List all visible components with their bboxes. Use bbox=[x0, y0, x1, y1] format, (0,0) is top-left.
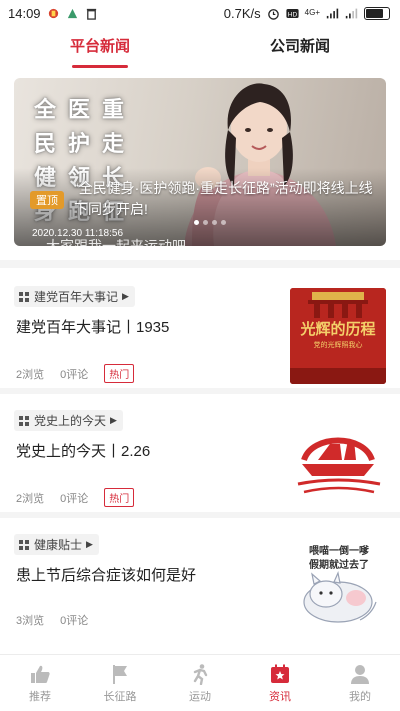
news-meta: 2浏览 0评论 热门 bbox=[16, 488, 135, 507]
comment-count: 0评论 bbox=[60, 492, 89, 505]
comment-count: 0评论 bbox=[60, 615, 89, 627]
cat-illustration-icon bbox=[303, 571, 377, 623]
nav-sports[interactable]: 运动 bbox=[160, 655, 240, 711]
nav-label: 运动 bbox=[189, 690, 211, 703]
view-count: 3浏览 bbox=[16, 615, 45, 627]
trash-icon bbox=[86, 8, 96, 20]
red-boat-icon bbox=[297, 437, 381, 494]
category-label: 党史上的今天 bbox=[34, 414, 107, 428]
hd-icon: HD bbox=[286, 8, 299, 18]
tab-label: 平台新闻 bbox=[69, 38, 130, 55]
thumbnail-subtitle: 党的光辉照我心 bbox=[313, 342, 363, 349]
news-thumbnail: 喂喵一倒一嗲 假期就过去了 bbox=[290, 536, 386, 632]
news-item[interactable]: 党史上的今天 ▶ 党史上的今天丨2.26 2浏览 0评论 热门 bbox=[0, 402, 400, 518]
news-title: 党史上的今天丨2.26 bbox=[16, 443, 151, 460]
news-meta: 3浏览 0评论 bbox=[16, 612, 88, 628]
nav-long-march[interactable]: 长征路 bbox=[80, 655, 160, 711]
featured-banner[interactable]: 全 医 重 民 护 走 健 领 长 身 跑 征 置顶 “全民健身·医护领跑·重走… bbox=[14, 78, 386, 246]
news-item[interactable]: 健康贴士 ▶ 患上节后综合症该如何是好 3浏览 0评论 喂喵一倒一嗲 假期就过去… bbox=[0, 526, 400, 636]
news-title: 建党百年大事记丨1935 bbox=[16, 319, 170, 336]
alarm-icon bbox=[267, 8, 279, 20]
slogan-char: 医 bbox=[67, 97, 90, 123]
category-label: 建党百年大事记 bbox=[34, 290, 119, 304]
tab-platform-news[interactable]: 平台新闻 bbox=[0, 28, 200, 70]
carousel-dots bbox=[194, 220, 226, 225]
battery-icon bbox=[364, 6, 390, 20]
news-thumbnail: 光辉的历程 党的光辉照我心 bbox=[290, 288, 386, 384]
slogan-char: 重 bbox=[101, 97, 124, 123]
carousel-dot[interactable] bbox=[212, 220, 217, 225]
network-type: 4G+ bbox=[304, 8, 320, 17]
status-left: 14:09 bbox=[8, 6, 98, 21]
nav-profile[interactable]: 我的 bbox=[320, 655, 400, 711]
news-calendar-icon bbox=[271, 664, 289, 683]
slogan-char: 民 bbox=[33, 131, 56, 157]
view-count: 2浏览 bbox=[16, 492, 45, 505]
hot-tag: 热门 bbox=[104, 488, 135, 507]
app-notification-icon bbox=[48, 8, 58, 18]
flag-icon bbox=[113, 664, 127, 684]
news-category[interactable]: 建党百年大事记 ▶ bbox=[14, 286, 135, 307]
category-grid-icon bbox=[19, 291, 29, 302]
item-separator bbox=[0, 512, 400, 518]
chevron-right-icon: ▶ bbox=[110, 415, 117, 425]
status-right: 0.7K/s HD 4G+ bbox=[224, 6, 390, 21]
tab-company-news[interactable]: 公司新闻 bbox=[200, 28, 400, 70]
svg-text:HD: HD bbox=[287, 11, 297, 18]
nav-label: 资讯 bbox=[269, 690, 291, 703]
thumbnail-title: 光辉的历程 bbox=[300, 320, 376, 338]
comment-count: 0评论 bbox=[60, 368, 89, 381]
chevron-right-icon: ▶ bbox=[122, 291, 129, 301]
banner-headline: “全民健身·医护领跑·重走长征路”活动即将线上线下同步开启! bbox=[74, 180, 373, 217]
section-divider bbox=[0, 260, 400, 268]
nav-label: 推荐 bbox=[29, 690, 51, 703]
news-thumbnail bbox=[290, 412, 386, 508]
category-grid-icon bbox=[19, 539, 29, 550]
slogan-char: 走 bbox=[101, 131, 124, 157]
view-count: 2浏览 bbox=[16, 368, 45, 381]
running-icon bbox=[193, 663, 208, 685]
nav-news[interactable]: 资讯 bbox=[240, 655, 320, 711]
active-tab-indicator bbox=[72, 65, 128, 68]
bottom-navigation: 推荐 长征路 运动 资讯 我的 bbox=[0, 654, 400, 711]
carousel-dot[interactable] bbox=[203, 220, 208, 225]
nav-label: 长征路 bbox=[103, 690, 137, 703]
leaf-notification-icon bbox=[67, 8, 77, 18]
slogan-char: 护 bbox=[67, 131, 90, 157]
status-bar: 14:09 0.7K/s HD 4G+ bbox=[0, 0, 400, 26]
status-time: 14:09 bbox=[8, 5, 41, 21]
news-tabs: 平台新闻 公司新闻 bbox=[0, 28, 400, 70]
battery-level bbox=[366, 8, 384, 18]
nav-recommend[interactable]: 推荐 bbox=[0, 655, 80, 711]
pinned-badge: 置顶 bbox=[30, 191, 64, 209]
signal-icon bbox=[326, 8, 339, 18]
news-meta: 2浏览 0评论 热门 bbox=[16, 364, 135, 383]
news-item[interactable]: 建党百年大事记 ▶ 建党百年大事记丨1935 2浏览 0评论 热门 光辉的历程 … bbox=[0, 278, 400, 394]
user-icon bbox=[351, 664, 369, 684]
carousel-dot[interactable] bbox=[194, 220, 199, 225]
news-category[interactable]: 党史上的今天 ▶ bbox=[14, 410, 123, 431]
chevron-right-icon: ▶ bbox=[86, 539, 93, 549]
item-separator bbox=[0, 388, 400, 394]
tab-label: 公司新闻 bbox=[269, 38, 330, 55]
nav-label: 我的 bbox=[349, 690, 371, 703]
category-grid-icon bbox=[19, 415, 29, 426]
hot-tag: 热门 bbox=[104, 364, 135, 383]
battery bbox=[364, 6, 390, 20]
signal-2-icon bbox=[345, 8, 358, 18]
thumbs-up-icon bbox=[31, 665, 50, 683]
banner-subtitle: 大家跟我一起来运动吧 bbox=[46, 238, 186, 246]
carousel-dot[interactable] bbox=[221, 220, 226, 225]
category-label: 健康贴士 bbox=[34, 538, 83, 552]
network-speed: 0.7K/s bbox=[223, 5, 261, 21]
news-title: 患上节后综合症该如何是好 bbox=[16, 567, 197, 584]
news-category[interactable]: 健康贴士 ▶ bbox=[14, 534, 99, 555]
slogan-char: 全 bbox=[33, 97, 56, 123]
